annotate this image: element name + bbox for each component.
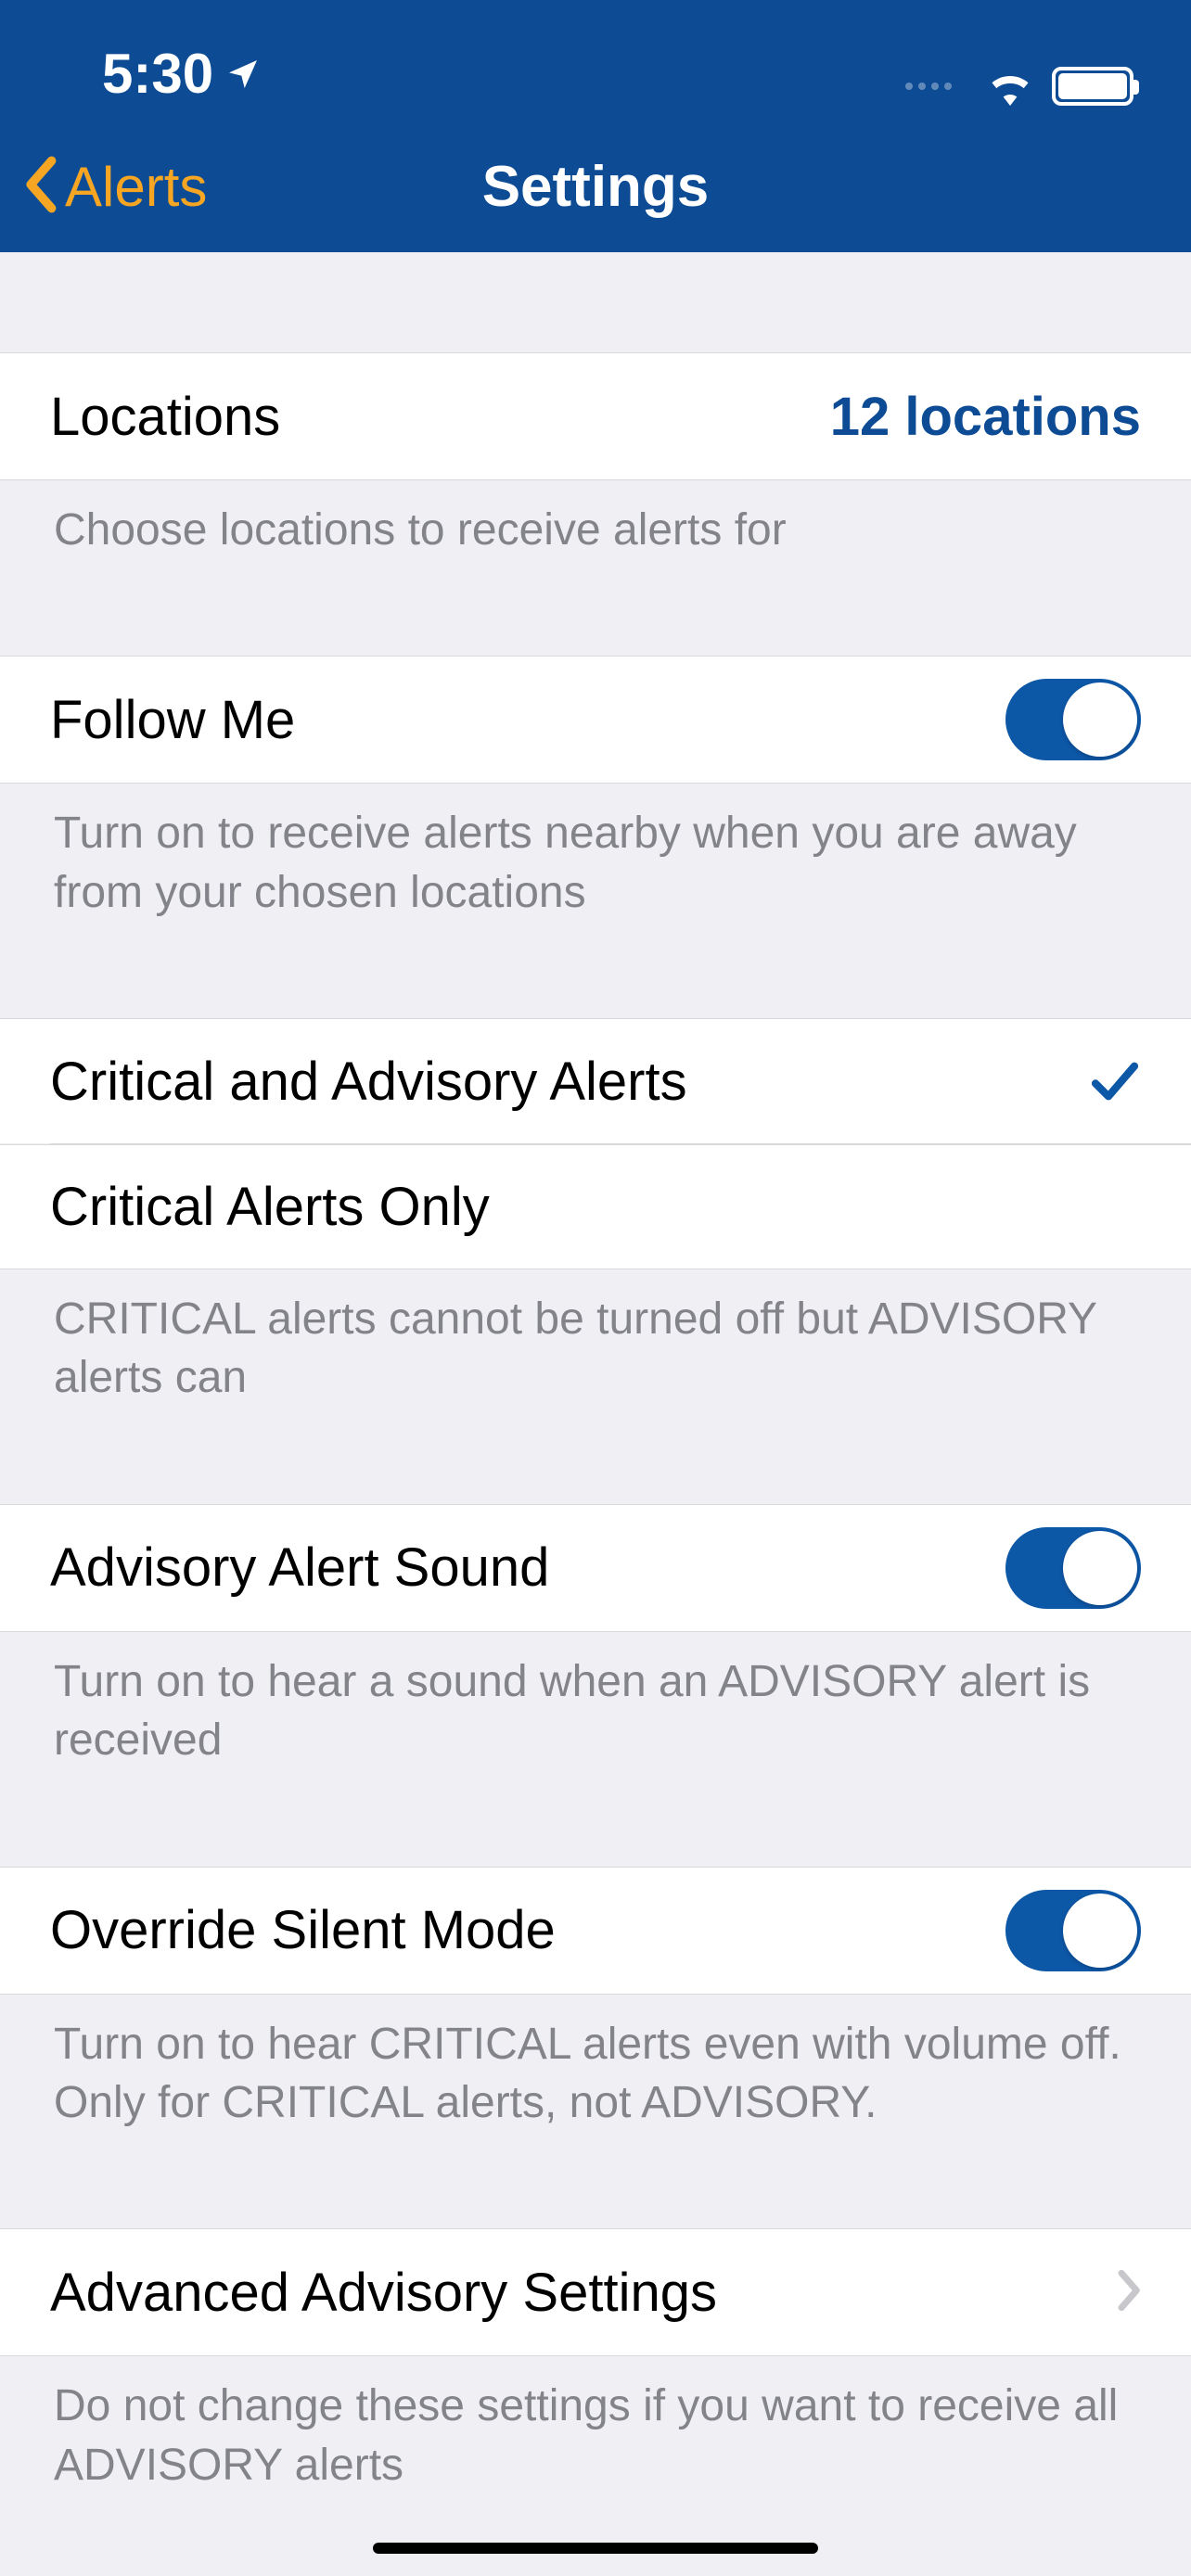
override-silent-footer: Turn on to hear CRITICAL alerts even wit… <box>0 1995 1191 2174</box>
wifi-icon <box>985 67 1035 106</box>
page-title: Settings <box>482 154 710 220</box>
alert-mode-both-label: Critical and Advisory Alerts <box>50 1051 687 1113</box>
override-silent-row: Override Silent Mode <box>0 1867 1191 1995</box>
locations-row[interactable]: Locations 12 locations <box>0 352 1191 480</box>
alert-mode-both-row[interactable]: Critical and Advisory Alerts <box>0 1018 1191 1143</box>
follow-me-footer: Turn on to receive alerts nearby when yo… <box>0 784 1191 963</box>
locations-value: 12 locations <box>830 386 1141 448</box>
status-bar: 5:30 <box>0 0 1191 121</box>
advisory-sound-row: Advisory Alert Sound <box>0 1504 1191 1632</box>
advanced-settings-row[interactable]: Advanced Advisory Settings <box>0 2228 1191 2356</box>
follow-me-label: Follow Me <box>50 689 295 751</box>
home-indicator <box>373 2543 818 2554</box>
back-button[interactable]: Alerts <box>24 121 207 252</box>
override-silent-toggle[interactable] <box>1005 1890 1141 1971</box>
top-spacer <box>0 252 1191 352</box>
advisory-sound-footer: Turn on to hear a sound when an ADVISORY… <box>0 1632 1191 1811</box>
cellular-dots-icon <box>905 83 952 90</box>
alert-mode-critical-only-label: Critical Alerts Only <box>50 1176 490 1238</box>
battery-icon <box>1052 67 1133 106</box>
locations-label: Locations <box>50 386 280 448</box>
status-left: 5:30 <box>102 42 262 106</box>
follow-me-row: Follow Me <box>0 656 1191 784</box>
advanced-settings-label: Advanced Advisory Settings <box>50 2262 717 2324</box>
back-label: Alerts <box>65 155 207 219</box>
override-silent-label: Override Silent Mode <box>50 1899 556 1961</box>
location-arrow-icon <box>224 56 262 93</box>
settings-screen: 5:30 Alerts Settings Locations 12 locati… <box>0 0 1191 2576</box>
alert-mode-critical-only-row[interactable]: Critical Alerts Only <box>0 1144 1191 1269</box>
chevron-left-icon <box>24 155 61 219</box>
alert-mode-group: Critical and Advisory Alerts Critical Al… <box>0 1018 1191 1269</box>
checkmark-icon <box>1089 1059 1141 1103</box>
status-time: 5:30 <box>102 42 213 106</box>
chevron-right-icon <box>1115 2268 1141 2317</box>
advanced-settings-footer: Do not change these settings if you want… <box>0 2356 1191 2535</box>
status-right <box>905 67 1133 106</box>
nav-bar: Alerts Settings <box>0 121 1191 252</box>
advisory-sound-toggle[interactable] <box>1005 1527 1141 1609</box>
follow-me-toggle[interactable] <box>1005 679 1141 760</box>
advisory-sound-label: Advisory Alert Sound <box>50 1537 549 1599</box>
locations-footer: Choose locations to receive alerts for <box>0 480 1191 600</box>
alert-mode-footer: CRITICAL alerts cannot be turned off but… <box>0 1269 1191 1448</box>
